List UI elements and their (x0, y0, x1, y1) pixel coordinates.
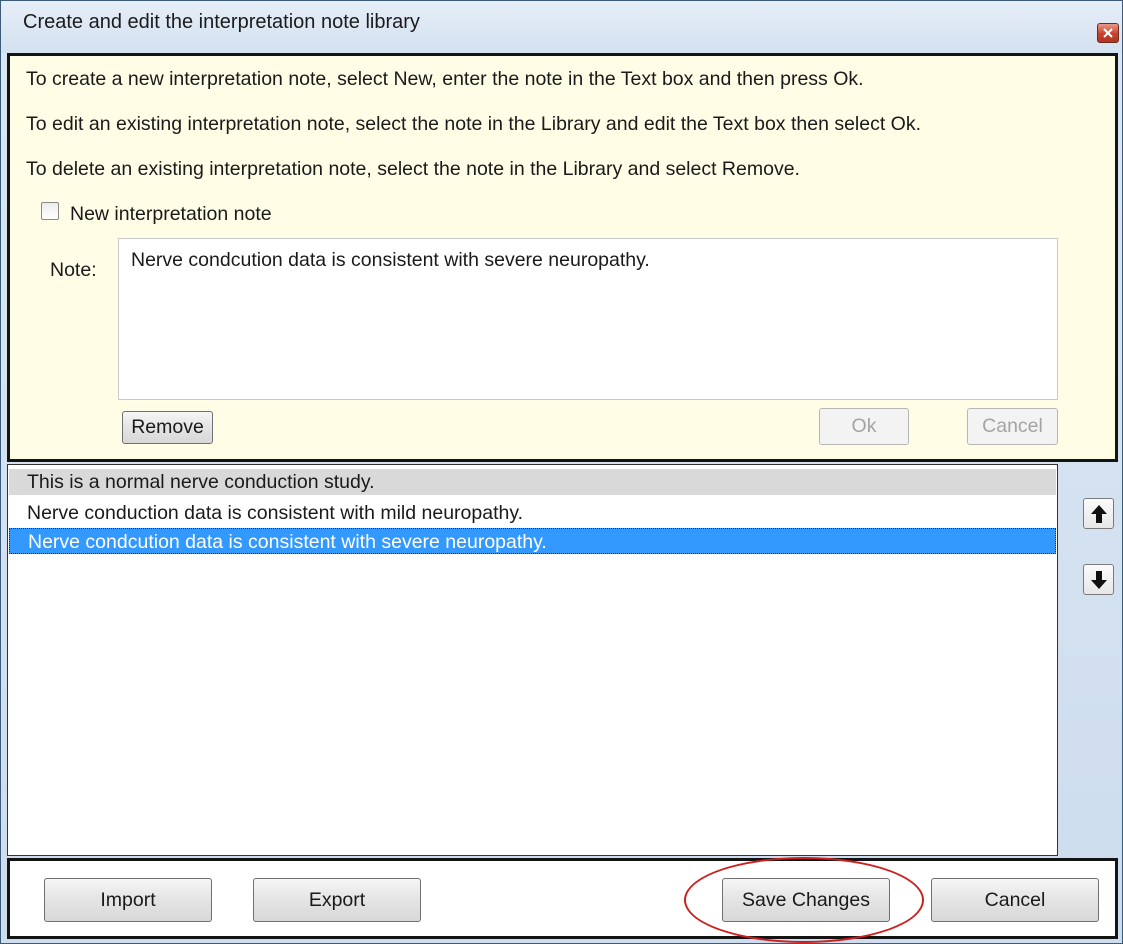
close-button[interactable] (1097, 23, 1119, 43)
move-up-button[interactable] (1083, 498, 1114, 529)
note-textbox[interactable]: Nerve condcution data is consistent with… (118, 238, 1058, 400)
move-down-button[interactable] (1083, 564, 1114, 595)
editor-cancel-button[interactable]: Cancel (967, 408, 1058, 445)
list-item[interactable]: This is a normal nerve conduction study. (9, 469, 1056, 495)
instruction-edit: To edit an existing interpretation note,… (26, 113, 922, 135)
export-button[interactable]: Export (253, 878, 421, 922)
dialog-window: Create and edit the interpretation note … (0, 0, 1123, 944)
list-item[interactable]: Nerve conduction data is consistent with… (9, 500, 1056, 526)
instructions-panel: To create a new interpretation note, sel… (7, 53, 1118, 462)
arrow-down-icon (1091, 571, 1107, 589)
window-title: Create and edit the interpretation note … (23, 11, 420, 33)
list-item-selected[interactable]: Nerve condcution data is consistent with… (9, 528, 1056, 554)
new-note-checkbox-label[interactable]: New interpretation note (70, 203, 272, 226)
dialog-footer: Import Export Save Changes Cancel (7, 858, 1118, 939)
note-text: Nerve condcution data is consistent with… (131, 249, 650, 271)
new-note-checkbox[interactable] (41, 202, 59, 220)
instruction-create: To create a new interpretation note, sel… (26, 68, 864, 90)
note-library-list[interactable]: This is a normal nerve conduction study.… (7, 464, 1058, 856)
dialog-cancel-button[interactable]: Cancel (931, 878, 1099, 922)
arrow-up-icon (1091, 505, 1107, 523)
import-button[interactable]: Import (44, 878, 212, 922)
remove-button[interactable]: Remove (122, 411, 213, 444)
instruction-delete: To delete an existing interpretation not… (26, 158, 800, 180)
save-changes-button[interactable]: Save Changes (722, 878, 890, 922)
close-icon (1103, 28, 1113, 38)
ok-button[interactable]: Ok (819, 408, 909, 445)
title-bar[interactable]: Create and edit the interpretation note … (1, 1, 1122, 53)
note-label: Note: (50, 259, 97, 281)
